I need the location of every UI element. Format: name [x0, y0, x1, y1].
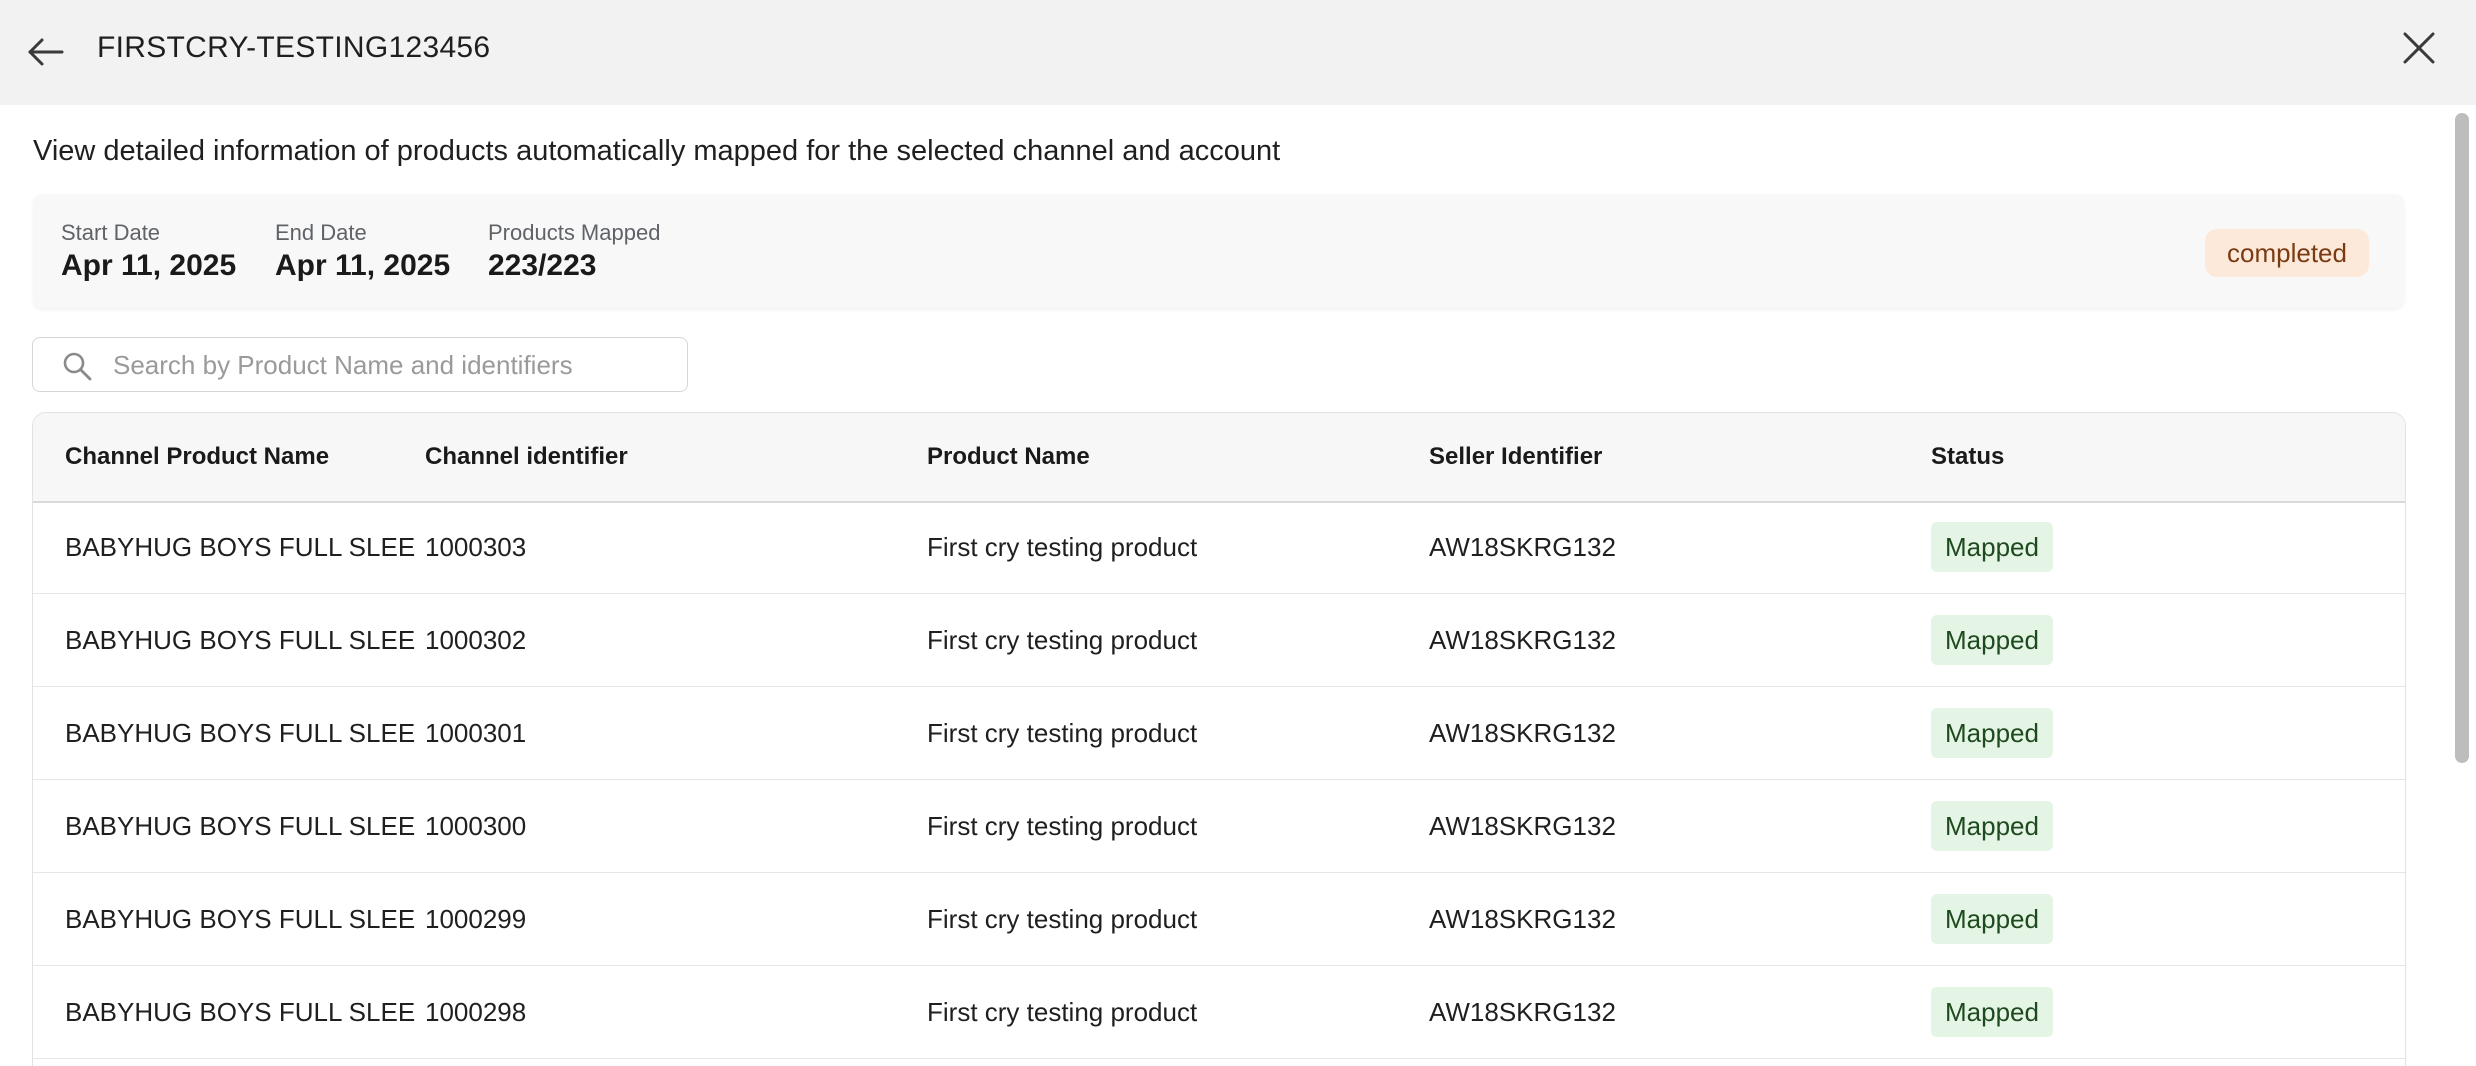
cell-channel-identifier: 1000300 — [425, 811, 527, 841]
cell-channel-identifier: 1000303 — [425, 532, 527, 562]
cell-channel-identifier: 1000298 — [425, 997, 527, 1027]
page-title: FIRSTCRY-TESTING123456 — [97, 31, 491, 64]
mapped-status-badge: Mapped — [1931, 708, 2053, 758]
column-header-status[interactable]: Status — [1931, 413, 2004, 501]
cell-product-name: First cry testing product — [927, 532, 1198, 562]
cell-product-name: First cry testing product — [927, 811, 1198, 841]
mapped-status-badge: Mapped — [1931, 615, 2053, 665]
mapped-status-badge: Mapped — [1931, 522, 2053, 572]
products-mapped-value: 223/223 — [488, 249, 597, 282]
table-row[interactable]: BABYHUG BOYS FULL SLEE 1000303 First cry… — [33, 501, 2405, 594]
search-box[interactable] — [32, 337, 688, 392]
products-mapped-label: Products Mapped — [488, 220, 661, 245]
products-mapped-stat: Products Mapped 223/223 — [488, 220, 660, 284]
status-badge: completed — [2205, 229, 2369, 277]
close-button[interactable] — [2395, 24, 2443, 72]
column-header-channel-product-name[interactable]: Channel Product Name — [65, 413, 329, 501]
search-icon — [63, 352, 92, 381]
table-row[interactable]: BABYHUG BOYS FULL SLEE 1000301 First cry… — [33, 687, 2405, 780]
mapped-status-badge: Mapped — [1931, 894, 2053, 944]
cell-channel-identifier: 1000299 — [425, 904, 527, 934]
table-row[interactable]: BABYHUG BOYS FULL SLEE 1000299 First cry… — [33, 873, 2405, 966]
cell-channel-product-name: BABYHUG BOYS FULL SLEE — [65, 811, 416, 841]
cell-channel-product-name: BABYHUG BOYS FULL SLEE — [65, 532, 416, 562]
table-row[interactable]: BABYHUG BOYS FULL SLEE 1000302 First cry… — [33, 594, 2405, 687]
scrollbar-thumb[interactable] — [2455, 113, 2469, 763]
cell-seller-identifier: AW18SKRG132 — [1429, 811, 1616, 841]
panel-description: View detailed information of products au… — [33, 135, 1281, 167]
cell-seller-identifier: AW18SKRG132 — [1429, 904, 1616, 934]
mapped-status-badge: Mapped — [1931, 801, 2053, 851]
table-row[interactable]: BABYHUG BOYS FULL SLEE 1000300 First cry… — [33, 780, 2405, 873]
cell-product-name: First cry testing product — [927, 904, 1198, 934]
cell-channel-product-name: BABYHUG BOYS FULL SLEE — [65, 997, 416, 1027]
products-table: Channel Product Name Channel identifier … — [32, 412, 2406, 1066]
cell-channel-product-name: BABYHUG BOYS FULL SLEE — [65, 904, 416, 934]
end-date-value: Apr 11, 2025 — [275, 249, 451, 282]
mapped-status-badge: Mapped — [1931, 987, 2053, 1037]
cell-channel-identifier: 1000302 — [425, 625, 527, 655]
close-icon — [2403, 32, 2435, 64]
cell-channel-product-name: BABYHUG BOYS FULL SLEE — [65, 718, 416, 748]
cell-product-name: First cry testing product — [927, 718, 1198, 748]
start-date-value: Apr 11, 2025 — [61, 249, 237, 282]
cell-seller-identifier: AW18SKRG132 — [1429, 718, 1616, 748]
cell-product-name: First cry testing product — [927, 997, 1198, 1027]
column-header-channel-identifier[interactable]: Channel identifier — [425, 413, 628, 501]
end-date-label: End Date — [275, 220, 367, 245]
cell-seller-identifier: AW18SKRG132 — [1429, 997, 1616, 1027]
mapping-details-panel: FIRSTCRY-TESTING123456 View detailed inf… — [0, 0, 2476, 1066]
table-header-row: Channel Product Name Channel identifier … — [33, 413, 2405, 503]
arrow-left-icon — [28, 38, 64, 66]
cell-product-name: First cry testing product — [927, 625, 1198, 655]
table-row[interactable]: BABYHUG BOYS FULL SLEE 1000298 First cry… — [33, 966, 2405, 1059]
cell-channel-product-name: BABYHUG BOYS FULL SLEE — [65, 625, 416, 655]
back-button[interactable] — [22, 28, 70, 76]
search-input[interactable] — [111, 344, 675, 386]
start-date-stat: Start Date Apr 11, 2025 — [61, 220, 236, 284]
column-header-seller-identifier[interactable]: Seller Identifier — [1429, 413, 1602, 501]
cell-channel-identifier: 1000301 — [425, 718, 527, 748]
end-date-stat: End Date Apr 11, 2025 — [275, 220, 450, 284]
panel-header: FIRSTCRY-TESTING123456 — [0, 0, 2476, 105]
start-date-label: Start Date — [61, 220, 161, 245]
cell-seller-identifier: AW18SKRG132 — [1429, 625, 1616, 655]
column-header-product-name[interactable]: Product Name — [927, 413, 1090, 501]
cell-seller-identifier: AW18SKRG132 — [1429, 532, 1616, 562]
summary-card: Start Date Apr 11, 2025 End Date Apr 11,… — [33, 194, 2404, 308]
